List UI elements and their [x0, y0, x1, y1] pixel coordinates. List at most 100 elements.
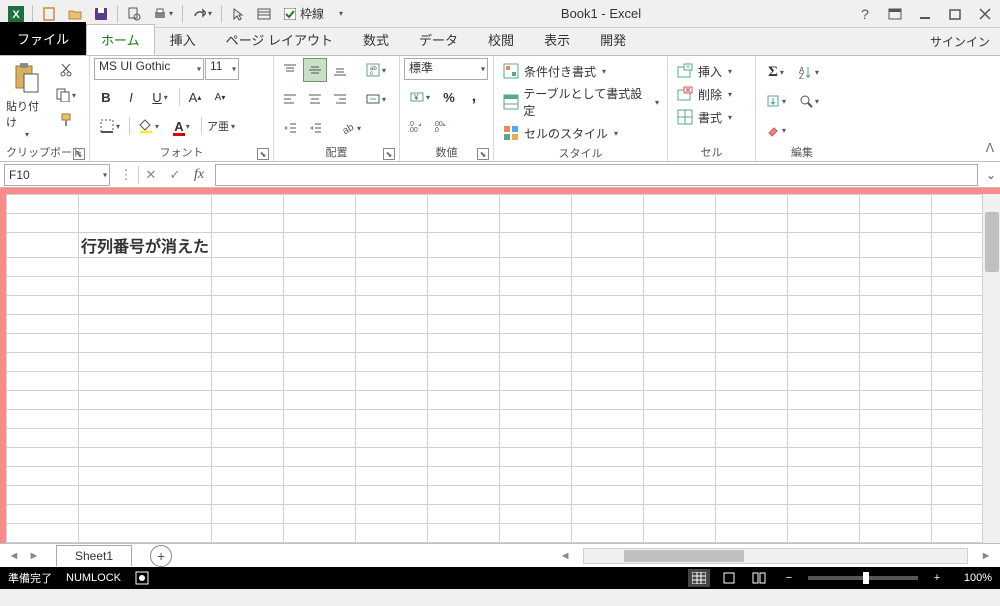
- insert-cells-button[interactable]: + 挿入▾: [672, 60, 736, 82]
- form-icon[interactable]: [252, 3, 276, 25]
- increase-indent-icon[interactable]: [303, 116, 327, 140]
- tab-formulas[interactable]: 数式: [348, 24, 404, 55]
- zoom-level[interactable]: 100%: [956, 572, 992, 584]
- merge-cells-icon[interactable]: ▾: [360, 87, 392, 111]
- borders-button[interactable]: ▾: [94, 114, 126, 138]
- vertical-scroll-thumb[interactable]: [985, 212, 999, 272]
- sort-filter-button[interactable]: AZ▾: [793, 60, 825, 84]
- name-box[interactable]: F10▾: [4, 164, 110, 186]
- tab-home[interactable]: ホーム: [86, 24, 155, 55]
- orientation-icon[interactable]: ab▾: [335, 116, 367, 140]
- comma-icon[interactable]: ,: [462, 85, 486, 109]
- qat-customize-icon[interactable]: ▾: [332, 3, 348, 25]
- tab-page-layout[interactable]: ページ レイアウト: [211, 24, 348, 55]
- insert-function-icon[interactable]: fx: [187, 164, 211, 186]
- tab-file[interactable]: ファイル: [0, 22, 86, 55]
- sheet-nav-prev-icon[interactable]: ◄: [4, 546, 24, 566]
- number-format-select[interactable]: 標準▾: [404, 58, 488, 80]
- autosum-button[interactable]: Σ▾: [760, 60, 792, 84]
- collapse-ribbon-icon[interactable]: ᐱ: [986, 141, 994, 155]
- clear-button[interactable]: ▾: [760, 118, 792, 142]
- zoom-out-icon[interactable]: −: [778, 569, 800, 587]
- borders-checkbox[interactable]: 枠線: [278, 3, 330, 25]
- sheet-tab-1[interactable]: Sheet1: [56, 545, 132, 566]
- zoom-slider-thumb[interactable]: [863, 572, 869, 584]
- close-icon[interactable]: [974, 3, 996, 25]
- decrease-indent-icon[interactable]: [278, 116, 302, 140]
- zoom-in-icon[interactable]: +: [926, 569, 948, 587]
- find-button[interactable]: ▾: [793, 89, 825, 113]
- phonetic-button[interactable]: ア亜▾: [205, 114, 237, 138]
- fill-color-button[interactable]: ▾: [133, 114, 165, 138]
- tab-insert[interactable]: 挿入: [155, 24, 211, 55]
- bold-button[interactable]: B: [94, 85, 118, 109]
- decrease-decimal-icon[interactable]: .00.0: [429, 114, 453, 138]
- save-icon[interactable]: [89, 3, 113, 25]
- tab-data[interactable]: データ: [404, 24, 473, 55]
- enter-formula-icon[interactable]: ✓: [163, 164, 187, 186]
- horizontal-scrollbar[interactable]: [583, 548, 968, 564]
- view-page-layout-icon[interactable]: [718, 569, 740, 587]
- shrink-font-icon[interactable]: A▾: [208, 85, 232, 109]
- format-table-button[interactable]: テーブルとして書式設定▾: [498, 83, 663, 121]
- delete-cells-button[interactable]: 削除▾: [672, 83, 736, 105]
- format-cells-button[interactable]: 書式▾: [672, 106, 736, 128]
- font-size-select[interactable]: 11▾: [205, 58, 239, 80]
- cell-styles-button[interactable]: セルのスタイル▾: [498, 122, 622, 144]
- expand-formula-bar-icon[interactable]: ⌄: [982, 168, 1000, 182]
- underline-button[interactable]: U▾: [144, 85, 176, 109]
- align-middle-icon[interactable]: [303, 58, 327, 82]
- cell-grid[interactable]: 行列番号が消えた: [6, 194, 982, 543]
- increase-decimal-icon[interactable]: .0.00: [404, 114, 428, 138]
- hscroll-left-icon[interactable]: ◄: [555, 546, 575, 566]
- align-left-icon[interactable]: [278, 87, 302, 111]
- percent-icon[interactable]: %: [437, 85, 461, 109]
- sheet-nav-next-icon[interactable]: ►: [24, 546, 44, 566]
- tab-view[interactable]: 表示: [529, 24, 585, 55]
- maximize-icon[interactable]: [944, 3, 966, 25]
- minimize-icon[interactable]: [914, 3, 936, 25]
- alignment-launcher-icon[interactable]: ⬊: [383, 148, 395, 160]
- name-box-functions-icon[interactable]: ⋮: [114, 164, 138, 186]
- align-center-icon[interactable]: [303, 87, 327, 111]
- tab-review[interactable]: 校閲: [473, 24, 529, 55]
- help-icon[interactable]: ?: [854, 3, 876, 25]
- cut-icon[interactable]: [50, 58, 82, 82]
- ribbon-display-icon[interactable]: [884, 3, 906, 25]
- vertical-scrollbar[interactable]: [982, 194, 1000, 543]
- horizontal-scroll-thumb[interactable]: [624, 550, 744, 562]
- clipboard-launcher-icon[interactable]: ⬊: [73, 148, 85, 160]
- wrap-text-icon[interactable]: abc▾: [360, 58, 392, 82]
- copy-icon[interactable]: ▾: [50, 83, 82, 107]
- cancel-formula-icon[interactable]: ✕: [139, 164, 163, 186]
- currency-icon[interactable]: ¥▾: [404, 85, 436, 109]
- fill-button[interactable]: ▾: [760, 89, 792, 113]
- zoom-slider[interactable]: [808, 576, 918, 580]
- hscroll-right-icon[interactable]: ►: [976, 546, 996, 566]
- alignment-label: 配置⬊: [278, 143, 395, 161]
- italic-button[interactable]: I: [119, 85, 143, 109]
- format-painter-icon[interactable]: [50, 108, 82, 132]
- number-launcher-icon[interactable]: ⬊: [477, 148, 489, 160]
- view-page-break-icon[interactable]: [748, 569, 770, 587]
- macro-record-icon[interactable]: [135, 571, 149, 585]
- add-sheet-button[interactable]: +: [150, 545, 172, 567]
- align-right-icon[interactable]: [328, 87, 352, 111]
- print-preview-icon[interactable]: [122, 3, 146, 25]
- grow-font-icon[interactable]: A▴: [183, 85, 207, 109]
- cursor-icon[interactable]: [226, 3, 250, 25]
- font-launcher-icon[interactable]: ⬊: [257, 148, 269, 160]
- font-name-select[interactable]: MS UI Gothic▾: [94, 58, 204, 80]
- quick-print-icon[interactable]: ▾: [148, 3, 178, 25]
- align-top-icon[interactable]: [278, 58, 302, 82]
- signin-link[interactable]: サインイン: [920, 28, 1000, 55]
- formula-input[interactable]: [215, 164, 978, 186]
- redo-icon[interactable]: ▾: [187, 3, 217, 25]
- font-color-button[interactable]: A ▾: [166, 114, 198, 138]
- view-normal-icon[interactable]: [688, 569, 710, 587]
- paste-button[interactable]: 貼り付け ▾: [4, 58, 48, 143]
- conditional-format-button[interactable]: 条件付き書式▾: [498, 60, 610, 82]
- tab-developer[interactable]: 開発: [585, 24, 641, 55]
- status-ready: 準備完了: [8, 570, 52, 586]
- align-bottom-icon[interactable]: [328, 58, 352, 82]
